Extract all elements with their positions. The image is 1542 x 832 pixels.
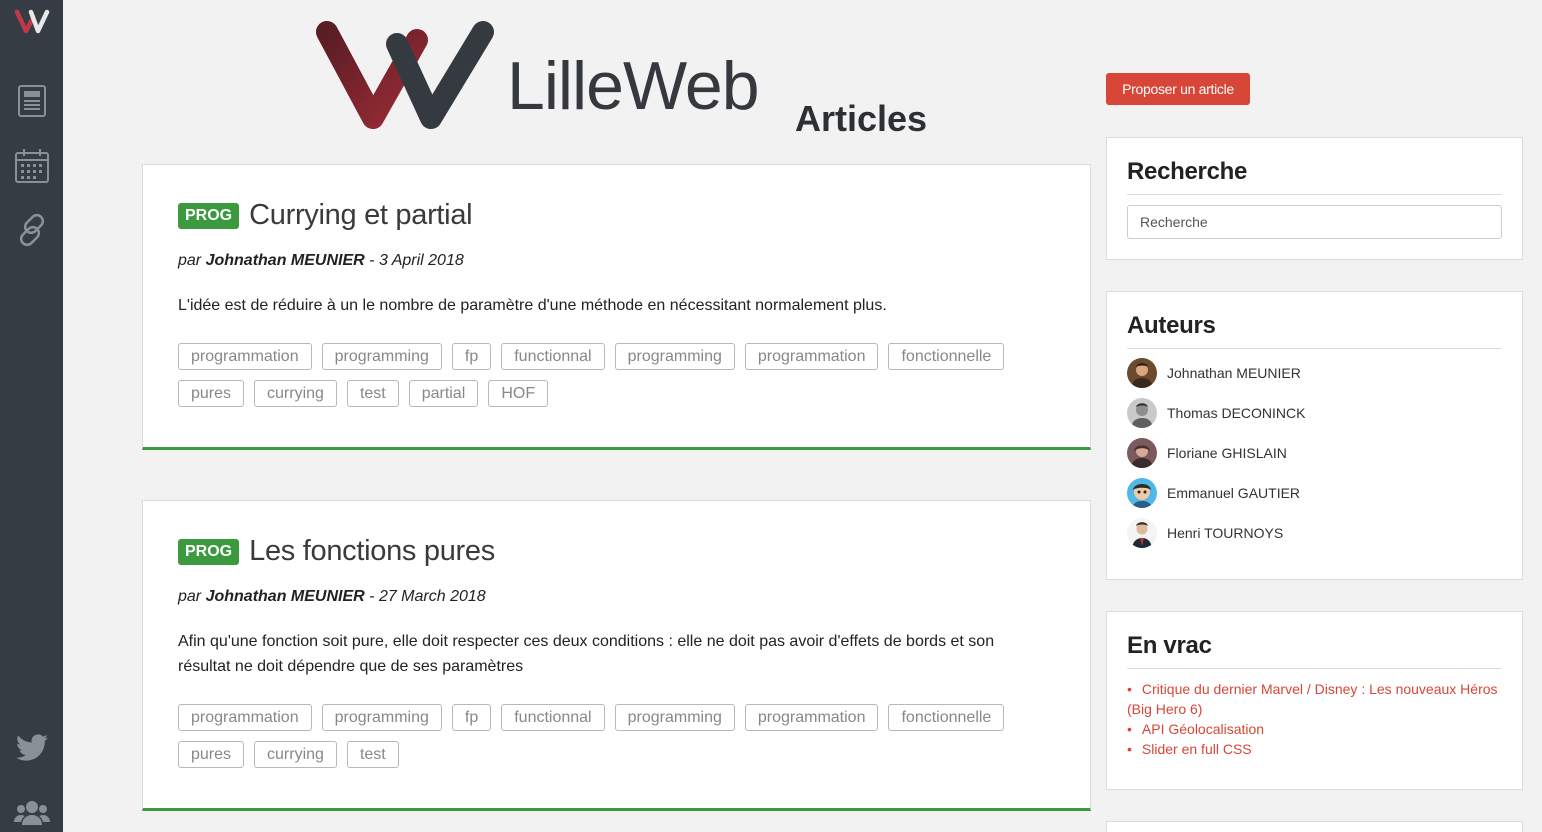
tag[interactable]: functionnal bbox=[501, 343, 605, 370]
authors-widget: Auteurs Johnathan MEUNIER Thomas DECONIN… bbox=[1106, 291, 1523, 580]
author-name: Emmanuel GAUTIER bbox=[1167, 485, 1301, 501]
tag[interactable]: pures bbox=[178, 741, 245, 768]
article-card: PROG Les fonctions pures par Johnathan M… bbox=[142, 500, 1091, 811]
misc-widget-title: En vrac bbox=[1127, 632, 1212, 659]
article-byline: par Johnathan MEUNIER - 3 April 2018 bbox=[178, 252, 464, 270]
author-item[interactable]: Johnathan MEUNIER bbox=[1127, 358, 1301, 388]
author-item[interactable]: Emmanuel GAUTIER bbox=[1127, 478, 1300, 508]
tag[interactable]: HOF bbox=[488, 380, 549, 407]
tag[interactable]: programming bbox=[614, 343, 735, 370]
divider bbox=[1127, 348, 1502, 349]
avatar bbox=[1127, 518, 1157, 548]
article-title[interactable]: Currying et partial bbox=[249, 199, 472, 232]
date-separator: - bbox=[369, 252, 375, 269]
author-name: Henri TOURNOYS bbox=[1167, 525, 1284, 541]
logo-icon[interactable] bbox=[0, 6, 63, 36]
link-icon[interactable] bbox=[0, 212, 63, 248]
by-prefix: par bbox=[178, 252, 202, 269]
newspaper-icon[interactable] bbox=[0, 84, 63, 118]
article-byline: par Johnathan MEUNIER - 27 March 2018 bbox=[178, 588, 486, 606]
search-widget-title: Recherche bbox=[1127, 158, 1248, 185]
article-excerpt: L'idée est de réduire à un le nombre de … bbox=[178, 297, 887, 314]
author-item[interactable]: Thomas DECONINCK bbox=[1127, 398, 1305, 428]
propose-article-button[interactable]: Proposer un article bbox=[1106, 73, 1250, 105]
site-name: LilleWeb bbox=[507, 48, 760, 124]
tag[interactable]: pures bbox=[178, 380, 245, 407]
list-item: API Géolocalisation bbox=[1127, 719, 1507, 739]
category-badge[interactable]: PROG bbox=[178, 538, 240, 565]
divider bbox=[1127, 668, 1502, 669]
avatar bbox=[1127, 398, 1157, 428]
avatar bbox=[1127, 438, 1157, 468]
tag[interactable]: programming bbox=[321, 704, 442, 731]
tag-list: programmation programming fp functionnal… bbox=[178, 704, 1078, 768]
tag[interactable]: programmation bbox=[744, 704, 879, 731]
author-name: Thomas DECONINCK bbox=[1167, 405, 1306, 421]
misc-link[interactable]: API Géolocalisation bbox=[1142, 721, 1264, 737]
twitter-icon[interactable] bbox=[0, 734, 63, 762]
misc-link[interactable]: Critique du dernier Marvel / Disney : Le… bbox=[1127, 681, 1498, 717]
tag[interactable]: fonctionnelle bbox=[888, 704, 1005, 731]
tag[interactable]: fp bbox=[451, 343, 492, 370]
article-author[interactable]: Johnathan MEUNIER bbox=[206, 252, 365, 269]
tag-list: programmation programming fp functionnal… bbox=[178, 343, 1078, 407]
article-title-row: PROG Currying et partial bbox=[178, 199, 473, 232]
article-author[interactable]: Johnathan MEUNIER bbox=[206, 588, 365, 605]
next-widget bbox=[1106, 821, 1523, 832]
tag[interactable]: functionnal bbox=[501, 704, 605, 731]
tag[interactable]: currying bbox=[254, 741, 337, 768]
search-widget: Recherche bbox=[1106, 137, 1523, 260]
tag[interactable]: programmation bbox=[744, 343, 879, 370]
article-title[interactable]: Les fonctions pures bbox=[249, 535, 495, 568]
tag[interactable]: test bbox=[346, 380, 399, 407]
tag[interactable]: partial bbox=[408, 380, 479, 407]
users-icon[interactable] bbox=[0, 799, 63, 825]
category-badge[interactable]: PROG bbox=[178, 202, 240, 229]
author-item[interactable]: Henri TOURNOYS bbox=[1127, 518, 1283, 548]
list-item: Critique du dernier Marvel / Disney : Le… bbox=[1127, 679, 1507, 719]
author-name: Johnathan MEUNIER bbox=[1167, 365, 1301, 381]
article-date: 3 April 2018 bbox=[378, 252, 464, 269]
tag[interactable]: fp bbox=[451, 704, 492, 731]
article-excerpt: Afin qu'une fonction soit pure, elle doi… bbox=[178, 633, 995, 675]
tag[interactable]: fonctionnelle bbox=[888, 343, 1005, 370]
misc-widget: En vrac Critique du dernier Marvel / Dis… bbox=[1106, 611, 1523, 790]
article-card: PROG Currying et partial par Johnathan M… bbox=[142, 164, 1091, 450]
tag[interactable]: programming bbox=[321, 343, 442, 370]
by-prefix: par bbox=[178, 588, 202, 605]
search-input[interactable] bbox=[1127, 205, 1502, 239]
tag[interactable]: currying bbox=[254, 380, 337, 407]
misc-link[interactable]: Slider en full CSS bbox=[1142, 741, 1252, 757]
list-item: Slider en full CSS bbox=[1127, 739, 1507, 759]
sidebar bbox=[0, 0, 63, 832]
authors-widget-title: Auteurs bbox=[1127, 312, 1216, 339]
tag[interactable]: programmation bbox=[178, 343, 312, 370]
date-separator: - bbox=[369, 588, 375, 605]
article-date: 27 March 2018 bbox=[378, 588, 486, 605]
page-title: Articles bbox=[795, 98, 928, 139]
calendar-icon[interactable] bbox=[0, 148, 63, 184]
avatar bbox=[1127, 358, 1157, 388]
lilleweb-logo bbox=[313, 18, 513, 136]
misc-link-list: Critique du dernier Marvel / Disney : Le… bbox=[1127, 679, 1507, 759]
tag[interactable]: programming bbox=[614, 704, 735, 731]
author-name: Floriane GHISLAIN bbox=[1167, 445, 1287, 461]
tag[interactable]: test bbox=[346, 741, 399, 768]
avatar bbox=[1127, 478, 1157, 508]
author-item[interactable]: Floriane GHISLAIN bbox=[1127, 438, 1287, 468]
tag[interactable]: programmation bbox=[178, 704, 312, 731]
article-title-row: PROG Les fonctions pures bbox=[178, 535, 495, 568]
divider bbox=[1127, 194, 1502, 195]
